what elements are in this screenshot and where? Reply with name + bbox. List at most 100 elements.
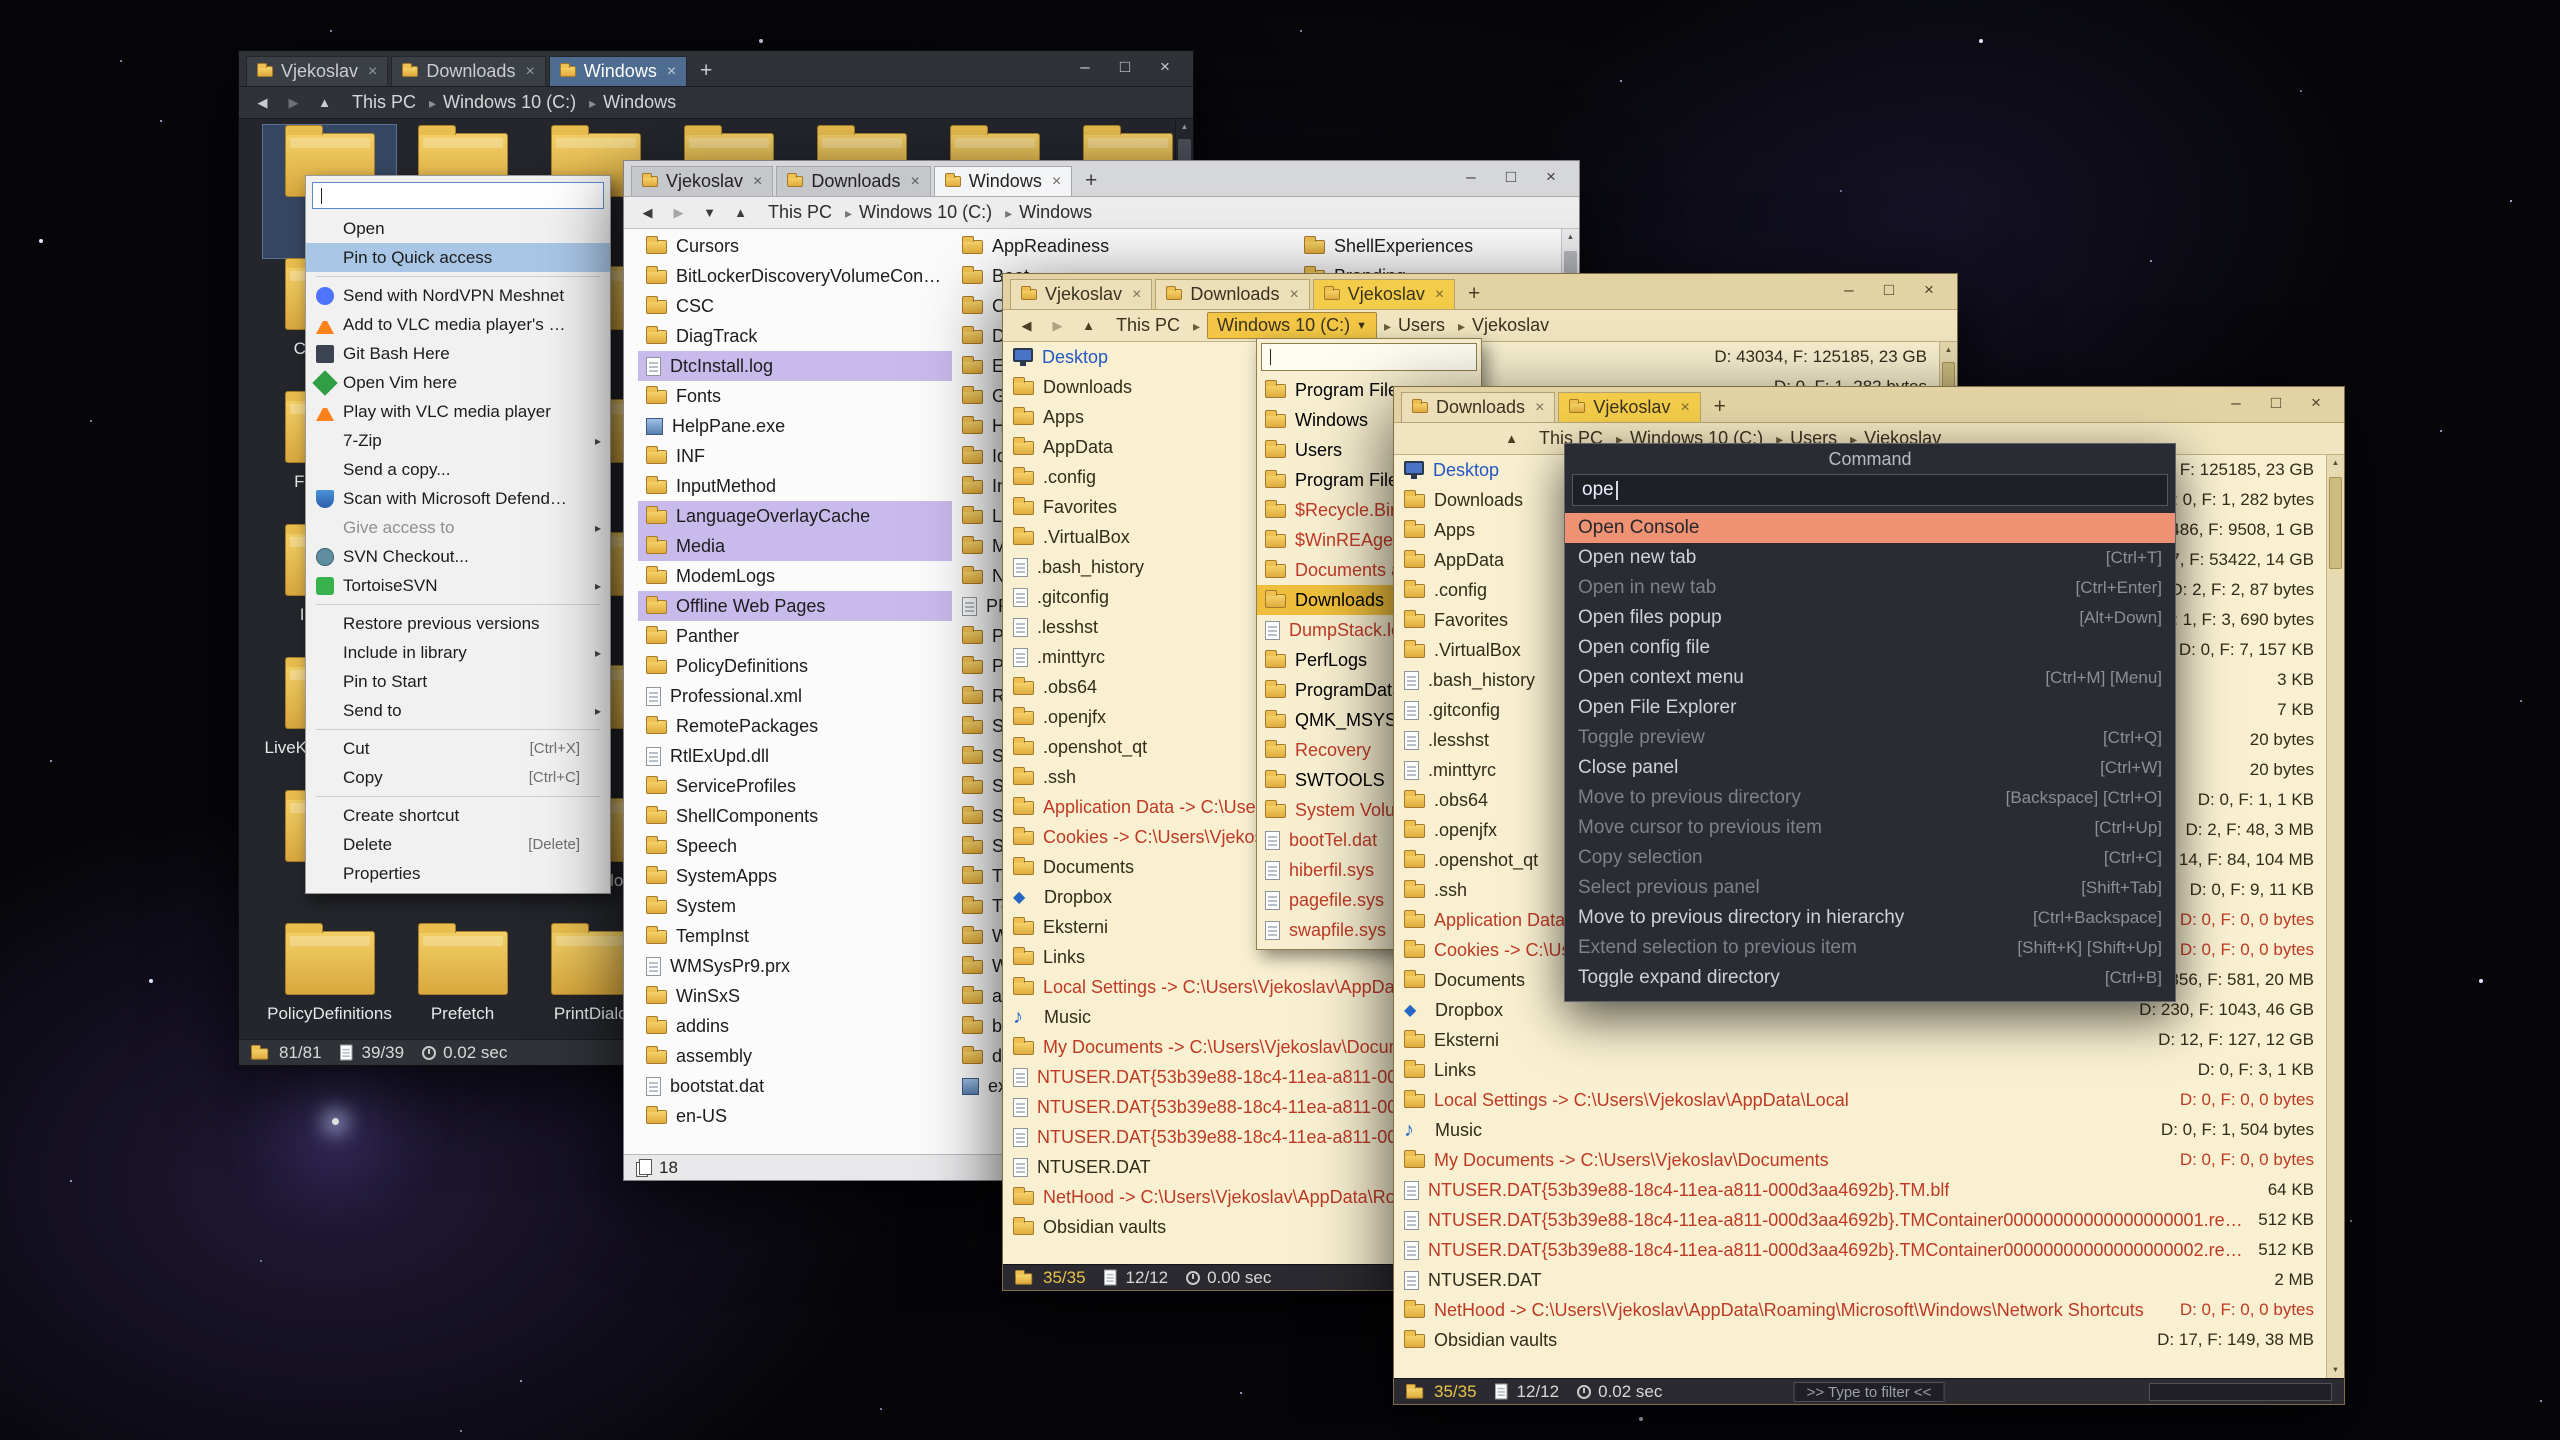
tab-close-icon[interactable] [368,63,377,81]
tab-close-icon[interactable] [1052,173,1061,191]
file-row[interactable]: bootstat.dat [638,1071,952,1101]
file-row[interactable]: ShellComponents [638,801,952,831]
file-row[interactable]: NTUSER.DAT 2 MB [1394,1265,2324,1295]
breadcrumb-item[interactable]: Windows 10 (C:) [859,202,1012,223]
file-row[interactable]: NetHood -> C:\Users\Vjekoslav\AppData\Ro… [1394,1295,2324,1325]
command-item[interactable]: Copy selection [Ctrl+C] [1565,843,2175,873]
file-row[interactable]: en-US [638,1101,952,1131]
command-item[interactable]: Close panel [Ctrl+W] [1565,753,2175,783]
tab-close-icon[interactable] [753,173,762,191]
grid-item[interactable]: PolicyDefinitions [263,923,396,1039]
scroll-up-icon[interactable] [1176,119,1193,135]
command-item[interactable]: Move cursor to previous item [Ctrl+Up] [1565,813,2175,843]
file-row[interactable]: LanguageOverlayCache [638,501,952,531]
vertical-scrollbar[interactable] [2326,455,2344,1378]
file-row[interactable]: Offline Web Pages [638,591,952,621]
breadcrumb-item[interactable]: Windows [1019,202,1098,223]
tab[interactable]: Downloads [1155,279,1309,309]
new-tab-button[interactable]: + [1076,167,1106,195]
maximize-button[interactable]: □ [1493,164,1529,190]
command-item[interactable]: Open context menu [Ctrl+M] [Menu] [1565,663,2175,693]
up-button[interactable]: ▲ [727,201,754,225]
file-row[interactable]: RtlExUpd.dll [638,741,952,771]
file-row[interactable]: assembly [638,1041,952,1071]
tab[interactable]: Vjekoslav [1010,279,1152,309]
breadcrumb-item[interactable]: Windows [603,92,682,113]
minimize-button[interactable]: – [1831,277,1867,303]
file-row[interactable]: WMSysPr9.prx [638,951,952,981]
tab[interactable]: Vjekoslav [1313,279,1455,309]
file-row[interactable]: Fonts [638,381,952,411]
context-menu-item[interactable]: SVN Checkout... [306,542,610,571]
history-dropdown-button[interactable]: ▼ [696,201,723,225]
file-row[interactable]: NTUSER.DAT{53b39e88-18c4-11ea-a811-000d3… [1394,1235,2324,1265]
tab[interactable]: Windows [549,56,687,86]
file-row[interactable]: Local Settings -> C:\Users\Vjekoslav\App… [1394,1085,2324,1115]
forward-button[interactable]: ▶ [1044,314,1071,338]
scroll-up-icon[interactable] [2327,455,2344,471]
maximize-button[interactable]: □ [1871,277,1907,303]
file-row[interactable]: WinSxS [638,981,952,1011]
file-row[interactable]: TempInst [638,921,952,951]
context-menu-item[interactable]: Pin to Quick access [306,243,610,272]
close-button[interactable]: × [1533,164,1569,190]
drive-filter-input[interactable] [1261,343,1477,371]
context-menu-item[interactable]: TortoiseSVN ▸ [306,571,610,600]
close-button[interactable]: × [1147,54,1183,80]
command-item[interactable]: Move to previous directory in hierarchy … [1565,903,2175,933]
command-item[interactable]: Open config file [1565,633,2175,663]
back-button[interactable]: ◀ [249,91,276,115]
context-menu-item[interactable]: Open Vim here [306,368,610,397]
back-button[interactable]: ◀ [634,201,661,225]
file-row[interactable]: RemotePackages [638,711,952,741]
up-button[interactable]: ▲ [311,91,338,115]
breadcrumb-item[interactable]: Users [1398,315,1465,336]
maximize-button[interactable]: □ [2258,390,2294,416]
tab[interactable]: Downloads [1401,392,1555,422]
file-row[interactable]: CSC [638,291,952,321]
file-row[interactable]: Media [638,531,952,561]
file-row[interactable]: Speech [638,831,952,861]
command-item[interactable]: Open files popup [Alt+Down] [1565,603,2175,633]
command-item[interactable]: Open Console [1565,513,2175,543]
context-menu-item[interactable]: Properties [306,859,610,888]
context-menu-item[interactable]: Restore previous versions [306,609,610,638]
context-menu-item[interactable] [316,796,600,797]
file-row[interactable]: HelpPane.exe [638,411,952,441]
tab-close-icon[interactable] [1680,399,1689,417]
context-menu-item[interactable]: Send to ▸ [306,696,610,725]
minimize-button[interactable]: – [1453,164,1489,190]
file-row[interactable]: BitLockerDiscoveryVolumeContents [638,261,952,291]
tab-close-icon[interactable] [667,63,676,81]
up-button[interactable]: ▲ [1498,427,1525,451]
context-menu-item[interactable]: Give access to ▸ [306,513,610,542]
scroll-up-icon[interactable] [1940,342,1957,358]
file-row[interactable]: ServiceProfiles [638,771,952,801]
context-menu-item[interactable]: Create shortcut [306,801,610,830]
scroll-up-icon[interactable] [1562,229,1579,245]
context-menu-item[interactable]: Scan with Microsoft Defender... [306,484,610,513]
file-row[interactable]: NTUSER.DAT{53b39e88-18c4-11ea-a811-000d3… [1394,1205,2324,1235]
tab[interactable]: Windows [934,166,1072,196]
file-row[interactable]: Professional.xml [638,681,952,711]
command-item[interactable]: Extend selection to previous item [Shift… [1565,933,2175,963]
context-menu-item[interactable]: Send a copy... [306,455,610,484]
context-menu-item[interactable]: Add to VLC media player's Playlist [306,310,610,339]
minimize-button[interactable]: – [2218,390,2254,416]
context-menu-item[interactable]: Send with NordVPN Meshnet [306,281,610,310]
maximize-button[interactable]: □ [1107,54,1143,80]
tab-close-icon[interactable] [525,63,534,81]
command-item[interactable]: Move to previous directory [Backspace] [… [1565,783,2175,813]
file-row[interactable]: Cursors [638,231,952,261]
file-row[interactable]: Panther [638,621,952,651]
command-item[interactable]: Open in new tab [Ctrl+Enter] [1565,573,2175,603]
tab-close-icon[interactable] [1289,286,1298,304]
file-row[interactable]: DtcInstall.log [638,351,952,381]
tab-close-icon[interactable] [1132,286,1141,304]
context-menu-item[interactable]: Pin to Start [306,667,610,696]
file-row[interactable]: AppReadiness [954,231,1268,261]
command-item[interactable]: Open new tab [Ctrl+T] [1565,543,2175,573]
breadcrumb-item[interactable]: Vjekoslav [1472,315,1555,336]
tab-close-icon[interactable] [1535,399,1544,417]
context-menu-item[interactable]: Cut [Ctrl+X] [306,734,610,763]
